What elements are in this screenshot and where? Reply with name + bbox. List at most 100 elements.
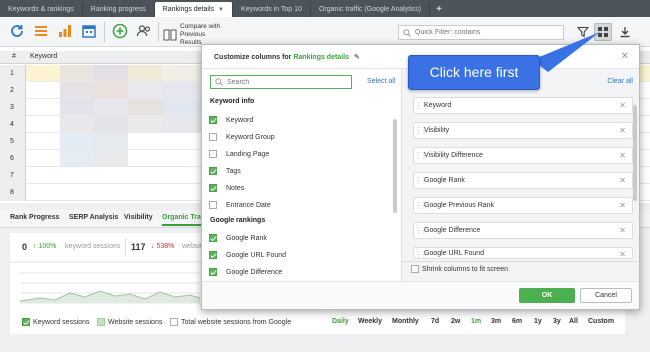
remove-icon[interactable]: ✕: [619, 151, 626, 160]
refresh-icon[interactable]: [8, 22, 26, 40]
row-number: 7: [0, 167, 26, 184]
option-google-url-found[interactable]: Google URL Found: [209, 249, 286, 261]
bar-chart-icon[interactable]: [56, 22, 74, 40]
select-all-link[interactable]: Select all: [367, 78, 395, 85]
tab-rank-progress[interactable]: Rank Progress: [10, 214, 59, 221]
tab-keywords-rankings[interactable]: Keywords & rankings: [0, 2, 83, 17]
checkbox[interactable]: [209, 167, 217, 175]
period-2w[interactable]: 2w: [451, 318, 460, 325]
dialog-footer: OK Cancel: [202, 281, 639, 309]
divider: [402, 261, 639, 262]
checkbox[interactable]: [209, 251, 217, 259]
period-1m[interactable]: 1m: [471, 318, 481, 325]
option-label: Google URL Found: [226, 251, 287, 259]
period-1y[interactable]: 1y: [534, 318, 542, 325]
drag-handle-icon[interactable]: ⋮⋮: [414, 226, 428, 235]
drag-handle-icon[interactable]: ⋮⋮: [414, 201, 428, 210]
checkbox[interactable]: [209, 184, 217, 192]
selected-column-item[interactable]: ⋮⋮ Google Previous Rank ✕: [413, 197, 633, 214]
period-monthly[interactable]: Monthly: [392, 318, 419, 325]
column-header-number[interactable]: #: [12, 53, 16, 60]
checkbox[interactable]: [97, 318, 105, 326]
tab-organic-traffic[interactable]: Organic traffic (Google Analytics): [311, 2, 431, 17]
option-google-difference[interactable]: Google Difference: [209, 266, 282, 278]
option-keyword[interactable]: Keyword: [209, 114, 253, 126]
legend-total-sessions[interactable]: Total website sessions from Google: [170, 318, 291, 326]
selected-column-item[interactable]: ⋮⋮ Google Rank ✕: [413, 172, 633, 189]
scrollbar[interactable]: [633, 105, 637, 201]
option-tags[interactable]: Tags: [209, 165, 241, 177]
tab-ranking-progress[interactable]: Ranking progress: [83, 2, 155, 17]
checkbox[interactable]: [170, 318, 178, 326]
clear-all-link[interactable]: Clear all: [607, 78, 633, 85]
checkbox[interactable]: [209, 201, 217, 209]
cancel-button[interactable]: Cancel: [580, 288, 632, 303]
option-landing-page[interactable]: Landing Page: [209, 148, 269, 160]
divider: [125, 238, 126, 256]
ok-button[interactable]: OK: [519, 288, 575, 303]
drag-handle-icon[interactable]: ⋮⋮: [414, 151, 428, 160]
drag-handle-icon[interactable]: ⋮⋮: [414, 126, 428, 135]
option-keyword-group[interactable]: Keyword Group: [209, 131, 275, 143]
period-3m[interactable]: 3m: [491, 318, 501, 325]
close-icon[interactable]: ✕: [621, 51, 629, 62]
tab-label: Rankings details: [162, 6, 215, 13]
calendar-icon[interactable]: [80, 22, 98, 40]
period-6m[interactable]: 6m: [512, 318, 522, 325]
drag-handle-icon[interactable]: ⋮⋮: [414, 176, 428, 185]
tab-label: Keywords & rankings: [8, 6, 74, 13]
selected-column-item[interactable]: ⋮⋮ Google URL Found ✕: [413, 247, 633, 259]
selected-column-item[interactable]: ⋮⋮ Google Difference ✕: [413, 222, 633, 239]
selected-column-item[interactable]: ⋮⋮ Visibility Difference ✕: [413, 147, 633, 164]
legend-website-sessions[interactable]: Website sessions: [97, 318, 162, 326]
remove-icon[interactable]: ✕: [619, 250, 626, 258]
legend-keyword-sessions[interactable]: Keyword sessions: [22, 318, 89, 326]
list-icon[interactable]: [32, 22, 50, 40]
drag-handle-icon[interactable]: ⋮⋮: [414, 250, 428, 258]
remove-icon[interactable]: ✕: [619, 226, 626, 235]
chevron-down-icon[interactable]: ▼: [218, 7, 224, 13]
column-search-input[interactable]: [227, 78, 347, 86]
tab-label: Ranking progress: [90, 6, 146, 13]
remove-icon[interactable]: ✕: [619, 176, 626, 185]
shrink-label: Shrink columns to fit screen: [422, 265, 508, 273]
download-icon[interactable]: [616, 23, 634, 41]
remove-icon[interactable]: ✕: [619, 101, 626, 110]
option-entrance-date[interactable]: Entrance Date: [209, 199, 271, 211]
period-custom[interactable]: Custom: [588, 318, 614, 325]
period-7d[interactable]: 7d: [431, 318, 439, 325]
shrink-columns-option[interactable]: Shrink columns to fit screen: [411, 265, 508, 273]
checkbox[interactable]: [209, 116, 217, 124]
option-label: Entrance Date: [226, 201, 271, 209]
period-daily[interactable]: Daily: [332, 318, 349, 325]
selected-column-item[interactable]: ⋮⋮ Keyword ✕: [413, 97, 633, 114]
checkbox[interactable]: [411, 265, 419, 273]
period-all[interactable]: All: [569, 318, 578, 325]
row-number: 6: [0, 150, 26, 167]
remove-icon[interactable]: ✕: [619, 126, 626, 135]
option-google-rank[interactable]: Google Rank: [209, 232, 267, 244]
scrollbar[interactable]: [393, 119, 397, 213]
checkbox[interactable]: [209, 268, 217, 276]
tab-keywords-top10[interactable]: Keywords in Top 10: [233, 2, 311, 17]
drag-handle-icon[interactable]: ⋮⋮: [414, 101, 428, 110]
period-weekly[interactable]: Weekly: [358, 318, 382, 325]
tab-serp-analysis[interactable]: SERP Analysis: [69, 214, 118, 221]
selected-column-item[interactable]: ⋮⋮ Visibility ✕: [413, 122, 633, 139]
selected-columns-pane: Clear all ⋮⋮ Keyword ✕ ⋮⋮ Visibility ✕ ⋮⋮ Vis…: [402, 69, 639, 281]
checkbox[interactable]: [209, 150, 217, 158]
add-icon[interactable]: [111, 22, 129, 40]
column-header-keyword[interactable]: Keyword: [30, 53, 57, 60]
pencil-icon[interactable]: ✎: [354, 54, 360, 61]
period-3y[interactable]: 3y: [553, 318, 561, 325]
remove-icon[interactable]: ✕: [619, 201, 626, 210]
checkbox[interactable]: [209, 133, 217, 141]
users-icon[interactable]: [135, 22, 153, 40]
option-notes[interactable]: Notes: [209, 182, 244, 194]
column-search-field[interactable]: [210, 75, 352, 89]
tab-rankings-details[interactable]: Rankings details ▼: [154, 2, 233, 17]
add-tab-button[interactable]: +: [430, 2, 448, 17]
checkbox[interactable]: [209, 234, 217, 242]
tab-visibility[interactable]: Visibility: [124, 214, 153, 221]
checkbox[interactable]: [22, 318, 30, 326]
